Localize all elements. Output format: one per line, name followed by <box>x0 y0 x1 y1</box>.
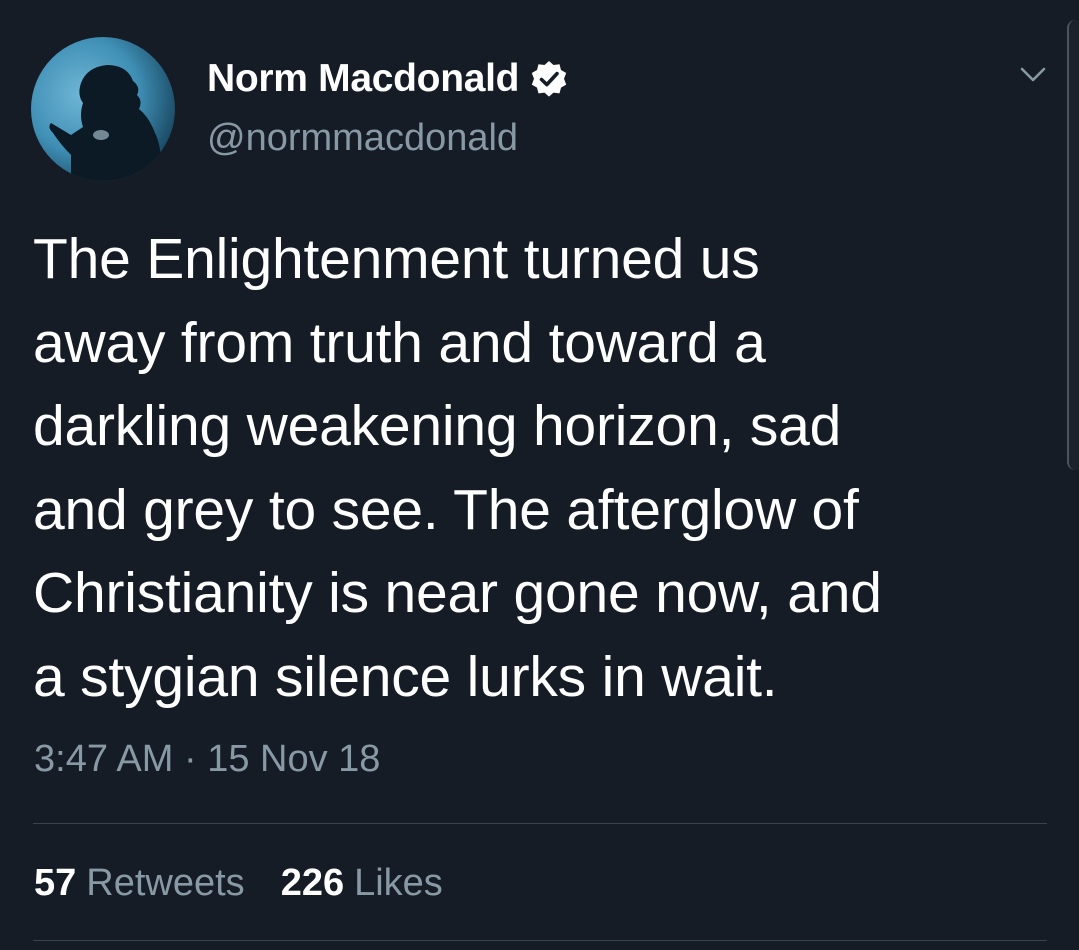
display-name[interactable]: Norm Macdonald <box>207 57 519 101</box>
name-row: Norm Macdonald <box>207 56 569 102</box>
tweet-stats: 57 Retweets 226 Likes <box>34 862 479 905</box>
scrollbar[interactable] <box>1067 20 1079 470</box>
chevron-down-icon[interactable] <box>1018 64 1048 86</box>
avatar[interactable] <box>31 37 175 181</box>
retweets-stat[interactable]: 57 Retweets <box>34 862 245 905</box>
divider <box>33 823 1047 824</box>
likes-stat[interactable]: 226 Likes <box>281 862 443 905</box>
retweets-label: Retweets <box>86 862 245 904</box>
tweet-timestamp[interactable]: 3:47 AM · 15 Nov 18 <box>34 738 380 781</box>
verified-badge-icon <box>529 59 569 99</box>
likes-count: 226 <box>280 862 345 904</box>
tweet-text: The Enlightenment turned us away from tr… <box>33 227 882 709</box>
retweets-count: 57 <box>34 862 77 904</box>
user-handle[interactable]: @normmacdonald <box>207 117 518 160</box>
likes-label: Likes <box>354 862 443 904</box>
tweet-card: Norm Macdonald @normmacdonald The Enligh… <box>0 0 1079 950</box>
divider-bottom <box>33 940 1047 941</box>
